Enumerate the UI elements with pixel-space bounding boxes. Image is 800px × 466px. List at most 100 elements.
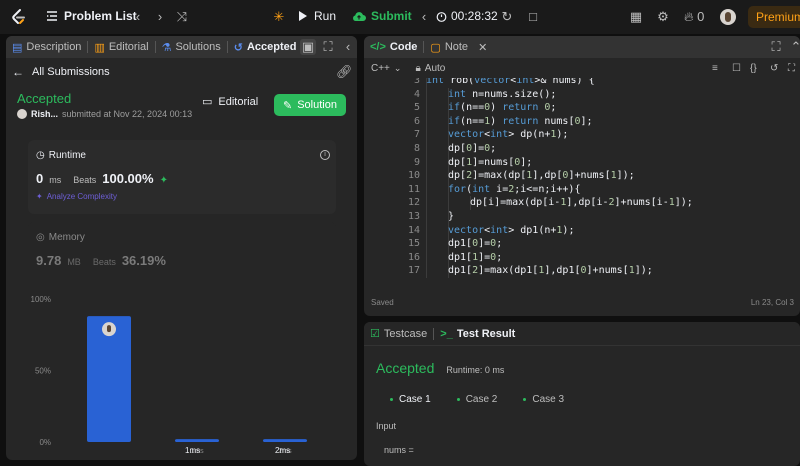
code-line[interactable]: 5 if(n==0) return 0;: [364, 101, 800, 116]
code-line[interactable]: 7 vector<int> dp(n+1);: [364, 128, 800, 143]
problem-list-button[interactable]: Problem List: [46, 9, 137, 23]
chart-bar-1ms[interactable]: [175, 439, 219, 442]
streak-counter[interactable]: 🔥︎ 0: [684, 9, 710, 25]
leetcode-logo-icon[interactable]: [10, 8, 28, 26]
language-select[interactable]: C++ ⌄: [371, 63, 401, 74]
list-icon: [47, 11, 57, 21]
y-tick-label: 100%: [31, 295, 51, 304]
code-text: int n=nums.size();: [448, 88, 557, 100]
collapse-timer-icon[interactable]: ‹: [416, 9, 432, 25]
line-number: 10: [407, 170, 420, 182]
layout-icon[interactable]: ▦: [628, 9, 644, 25]
user-avatar[interactable]: [17, 109, 27, 119]
collapse-panel-icon[interactable]: ⌃: [788, 39, 800, 55]
code-line[interactable]: 17 dp1[2]=max(dp1[1],dp1[0]+nums[1]);: [364, 264, 800, 279]
next-problem-icon[interactable]: ›: [152, 9, 168, 25]
code-area[interactable]: 3 int rob(vector<int>& nums) {4 int n=nums…: [364, 78, 800, 290]
timer[interactable]: 00:28:32: [436, 9, 498, 23]
case-label: Case 3: [532, 394, 565, 405]
solution-button[interactable]: ✎ Solution: [274, 94, 346, 116]
info-icon[interactable]: i: [320, 150, 330, 160]
bookmark-icon[interactable]: ☐: [732, 63, 741, 74]
code-line[interactable]: 10 dp[2]=max(dp[1],dp[0]+nums[1]);: [364, 169, 800, 184]
result-status: Accepted Runtime: 0 ms: [376, 360, 504, 376]
runtime-card[interactable]: ◷ Runtime i 0 ms Beats 100.00% ✦ ✦ Analy…: [28, 140, 336, 214]
tab-note[interactable]: ▢ Note ✕: [424, 36, 493, 58]
maximize-icon[interactable]: ⛶: [320, 39, 336, 55]
chart-bar-2ms[interactable]: [263, 439, 307, 442]
code-line[interactable]: 3 int rob(vector<int>& nums) {: [364, 78, 800, 88]
indent-guide: [426, 114, 427, 129]
prev-problem-icon[interactable]: ‹: [130, 9, 146, 25]
code-line[interactable]: 16 dp1[1]=0;: [364, 250, 800, 265]
case-label: Case 2: [465, 394, 498, 405]
reset-code-icon[interactable]: ↺: [770, 63, 778, 74]
history-icon: ↺: [233, 41, 243, 54]
clock-icon: ◷: [36, 150, 45, 161]
submitted-at: submitted at Nov 22, 2024 00:13: [62, 109, 193, 119]
editorial-button[interactable]: ▭ Editorial: [202, 95, 259, 109]
layout-toggle-icon[interactable]: ▣: [300, 39, 316, 55]
line-number: 17: [407, 265, 420, 277]
username[interactable]: Rish...: [31, 109, 58, 119]
code-text: }: [448, 211, 455, 222]
memory-number: 9.78: [36, 253, 62, 268]
indent-guide: [426, 182, 427, 197]
tab-solutions[interactable]: ⚗ Solutions: [156, 36, 227, 58]
lock-icon: 🔒︎: [415, 62, 421, 74]
notes-icon[interactable]: □: [525, 9, 541, 25]
gear-icon[interactable]: ⚙: [655, 9, 671, 25]
case-tab-1[interactable]: Case 1: [384, 392, 437, 407]
all-submissions-link[interactable]: ← All Submissions: [12, 65, 110, 79]
book-open-icon: ▭: [202, 96, 213, 108]
line-number: 3: [413, 78, 420, 86]
format-icon[interactable]: ≡: [712, 63, 718, 74]
analyze-complexity-link[interactable]: ✦ Analyze Complexity: [36, 192, 117, 201]
code-line[interactable]: 8 dp[0]=0;: [364, 142, 800, 156]
debug-icon[interactable]: ✳: [271, 9, 287, 25]
run-label: Run: [314, 9, 337, 23]
memory-card[interactable]: ◎ Memory 9.78 MB Beats 36.19%: [28, 222, 336, 278]
reset-timer-icon[interactable]: ↻: [499, 9, 515, 25]
runtime-distribution-chart[interactable]: 100% 50% 0% 1ms 2ms: [6, 292, 357, 460]
avatar[interactable]: [720, 9, 736, 25]
editorial-button-label: Editorial: [218, 95, 259, 108]
code-line[interactable]: 15 dp1[0]=0;: [364, 237, 800, 252]
problem-list-label: Problem List: [64, 9, 137, 23]
tab-testcase[interactable]: ☑ Testcase: [364, 323, 433, 345]
case-tab-3[interactable]: Case 3: [517, 392, 570, 407]
code-line[interactable]: 14 vector<int> dp1(n+1);: [364, 223, 800, 238]
premium-button[interactable]: Premium: [748, 6, 800, 28]
code-line[interactable]: 4 int n=nums.size();: [364, 87, 800, 102]
edit-icon: ✎: [283, 99, 293, 112]
submission-meta: Rish... submitted at Nov 22, 2024 00:13: [17, 109, 192, 119]
collapse-panel-icon[interactable]: ‹: [340, 39, 356, 55]
indent-guide: [426, 264, 427, 279]
run-button[interactable]: Run: [298, 9, 336, 23]
memory-label: Memory: [48, 232, 85, 243]
close-tab-icon[interactable]: ✕: [478, 41, 487, 54]
code-line[interactable]: 13}: [364, 210, 800, 224]
code-line[interactable]: 12 dp[i]=max(dp[i-1],dp[i-2]+nums[i-1]);: [364, 196, 800, 211]
submit-button[interactable]: Submit: [352, 9, 412, 23]
tab-accepted-label: Accepted: [246, 41, 297, 53]
braces-icon[interactable]: {}: [750, 63, 757, 74]
memory-header: ◎ Memory: [36, 232, 85, 243]
tab-code[interactable]: </> Code: [364, 36, 423, 58]
tab-test-result[interactable]: >_ Test Result: [434, 323, 521, 345]
link-icon[interactable]: 🔗︎: [336, 64, 353, 80]
saved-status: Saved: [371, 298, 394, 307]
code-line[interactable]: 9 dp[1]=nums[0];: [364, 155, 800, 170]
cloud-upload-icon: [353, 11, 366, 21]
user-position-avatar-figure: [107, 325, 111, 333]
code-line[interactable]: 11 for(int i=2;i<=n;i++){: [364, 182, 800, 197]
tab-description[interactable]: ▤ Description: [6, 36, 87, 58]
expand-icon[interactable]: ⛶: [788, 63, 795, 74]
auto-mode-label[interactable]: Auto: [425, 63, 446, 74]
maximize-icon[interactable]: ⛶: [768, 39, 784, 55]
submission-status: Accepted: [17, 91, 72, 106]
shuffle-icon[interactable]: ⤨: [174, 9, 190, 25]
case-tab-2[interactable]: Case 2: [451, 392, 504, 407]
code-line[interactable]: 6 if(n==1) return nums[0];: [364, 114, 800, 129]
tab-editorial[interactable]: ▥ Editorial: [88, 36, 154, 58]
